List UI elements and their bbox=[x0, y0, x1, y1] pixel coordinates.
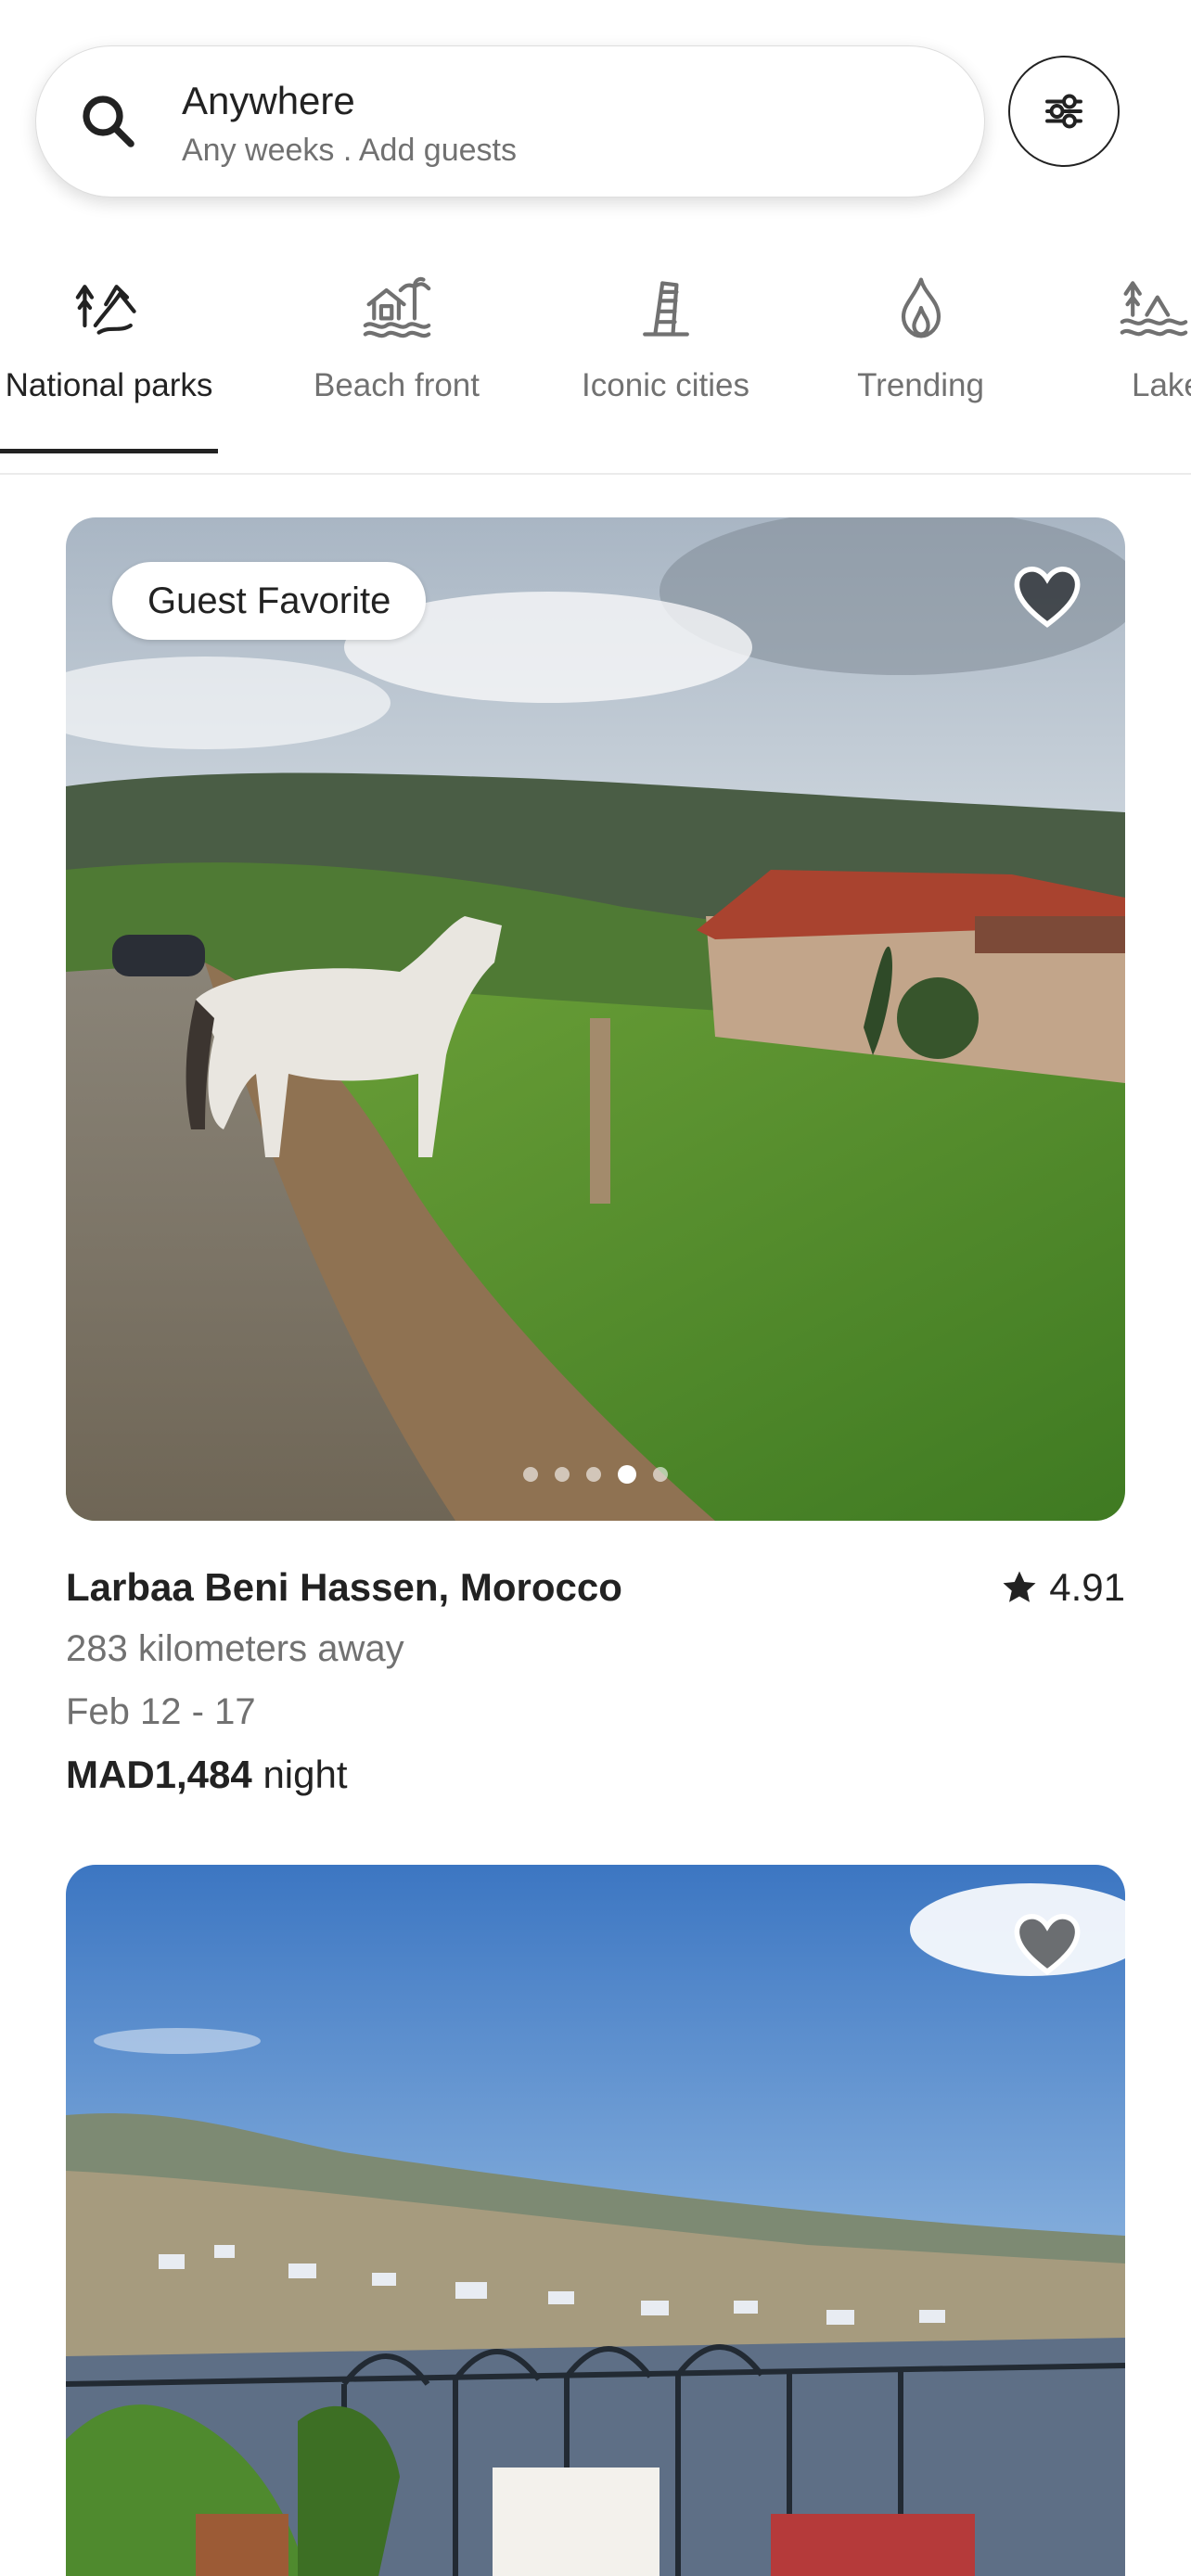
national-park-icon bbox=[75, 285, 136, 335]
tab-label: Trending bbox=[857, 367, 984, 403]
search-subtitle: Any weeks . Add guests bbox=[182, 133, 517, 168]
listing-rating: 4.91 bbox=[1001, 1565, 1125, 1610]
search-icon bbox=[83, 96, 134, 147]
heart-icon[interactable] bbox=[1012, 564, 1082, 629]
tab-trending[interactable]: Trending bbox=[812, 260, 1030, 475]
listing-photo-carousel[interactable]: Guest Favorite bbox=[66, 517, 1125, 1521]
photo-dot-active bbox=[618, 1465, 636, 1484]
tab-label: Iconic cities bbox=[582, 367, 749, 403]
photo-indicator bbox=[523, 1465, 668, 1484]
lake-icon bbox=[1120, 281, 1188, 337]
search-text: Anywhere Any weeks . Add guests bbox=[182, 76, 517, 172]
active-tab-indicator bbox=[0, 449, 218, 453]
sliders-icon bbox=[1045, 94, 1082, 129]
listing-title: Larbaa Beni Hassen, Morocco bbox=[66, 1565, 622, 1609]
photo-dot bbox=[653, 1467, 668, 1482]
filters-button[interactable] bbox=[1008, 56, 1120, 167]
leaning-tower-icon bbox=[642, 281, 689, 337]
tab-beach-front[interactable]: Beach front bbox=[288, 260, 506, 475]
listing-dates: Feb 12 - 17 bbox=[66, 1691, 256, 1732]
price-unit: night bbox=[263, 1753, 348, 1796]
listing-photo bbox=[66, 517, 1125, 1521]
search-title: Anywhere bbox=[182, 79, 355, 122]
tab-label: National parks bbox=[5, 367, 213, 403]
beach-house-icon bbox=[363, 276, 430, 338]
photo-dot bbox=[523, 1467, 538, 1482]
flame-icon bbox=[901, 277, 941, 338]
heart-icon[interactable] bbox=[1012, 1911, 1082, 1976]
guest-favorite-badge: Guest Favorite bbox=[112, 562, 427, 640]
tab-lakefront[interactable]: Lakefront bbox=[1067, 260, 1191, 475]
listing-details[interactable]: Larbaa Beni Hassen, Morocco 4.91 283 kil… bbox=[66, 1565, 1125, 1806]
tab-iconic-cities[interactable]: Iconic cities bbox=[557, 260, 775, 475]
listing-photo bbox=[66, 1865, 1125, 2576]
category-tabs: National parks Beach front Iconic cities… bbox=[0, 260, 1191, 475]
listing-price: MAD1,484 night bbox=[66, 1753, 348, 1797]
listing-distance: 283 kilometers away bbox=[66, 1628, 404, 1669]
price-amount: MAD1,484 bbox=[66, 1753, 252, 1796]
divider bbox=[0, 473, 1191, 475]
search-bar[interactable]: Anywhere Any weeks . Add guests bbox=[35, 45, 985, 198]
rating-value: 4.91 bbox=[1049, 1565, 1125, 1609]
photo-dot bbox=[555, 1467, 570, 1482]
tab-label: Beach front bbox=[314, 367, 480, 403]
tab-label: Lakefront bbox=[1132, 367, 1191, 403]
listing-photo-carousel[interactable] bbox=[66, 1865, 1125, 2576]
tab-national-parks[interactable]: National parks bbox=[0, 260, 218, 475]
photo-dot bbox=[586, 1467, 601, 1482]
star-icon bbox=[1003, 1571, 1036, 1602]
